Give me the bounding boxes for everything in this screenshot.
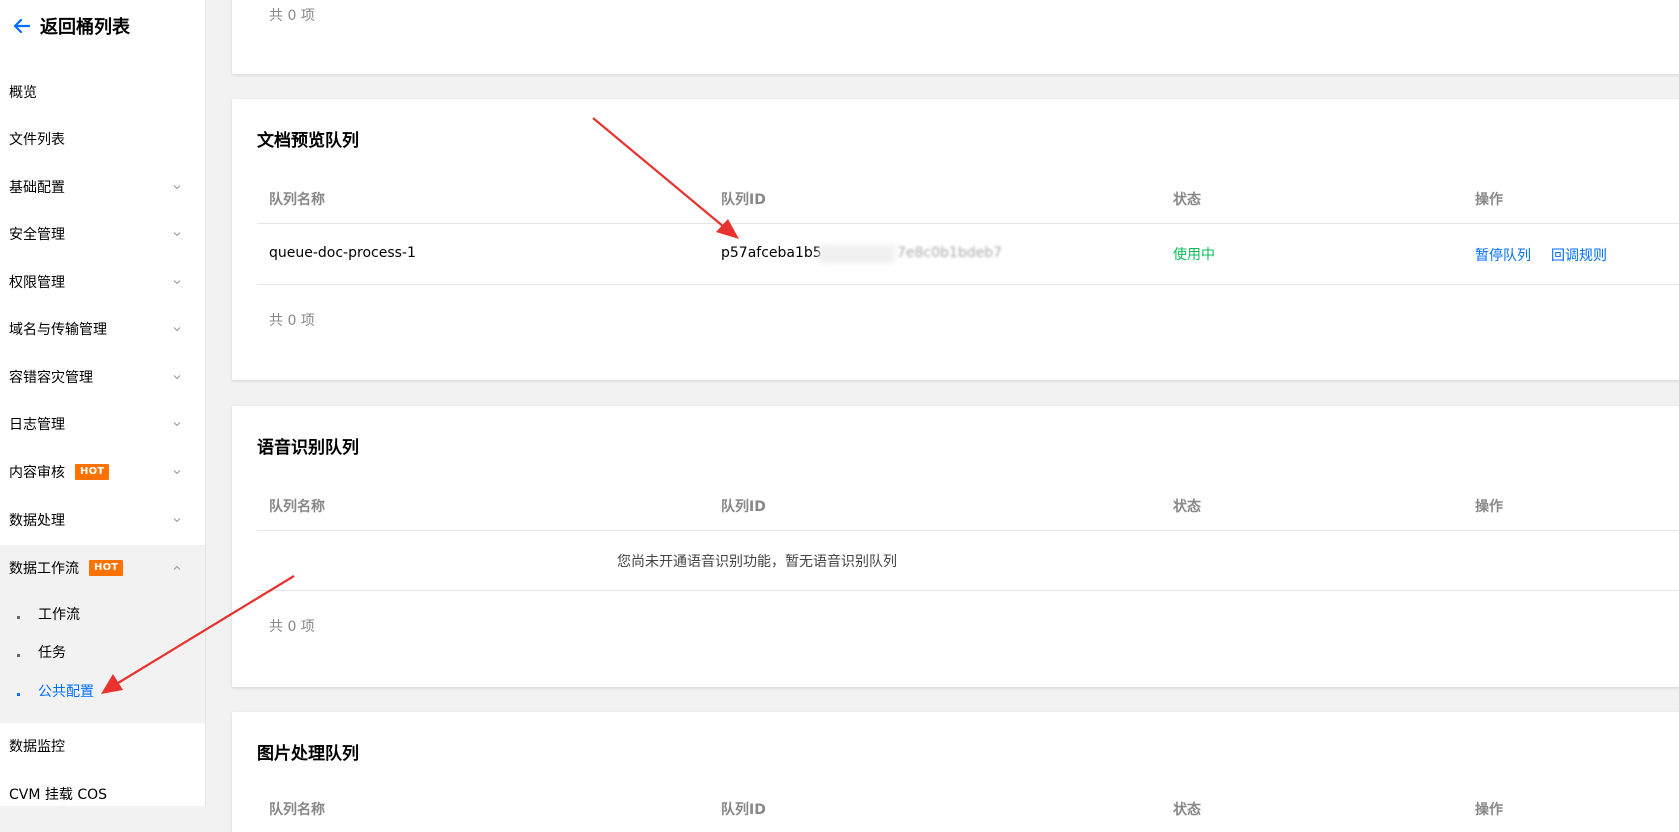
sidebar-item-label: 概览 — [9, 85, 37, 101]
sidebar-subitem-label: 公共配置 — [38, 684, 94, 700]
back-label: 返回桶列表 — [40, 17, 130, 38]
sidebar-item-data-workflow[interactable]: 数据工作流 HOT — [0, 553, 205, 583]
back-to-bucket-list-button[interactable]: 返回桶列表 — [12, 14, 130, 38]
column-header-name: 队列名称 — [269, 802, 325, 818]
empty-message: 您尚未开通语音识别功能，暂无语音识别队列 — [617, 554, 897, 570]
sidebar-item-basic-config[interactable]: 基础配置 — [0, 172, 205, 202]
column-header-status: 状态 — [1173, 499, 1201, 515]
queue-card-previous: 共 0 项 — [232, 0, 1679, 74]
pause-queue-link[interactable]: 暂停队列 — [1475, 245, 1531, 265]
column-header-status: 状态 — [1173, 802, 1201, 818]
column-header-id: 队列ID — [721, 802, 766, 818]
column-header-actions: 操作 — [1475, 802, 1503, 818]
sidebar-item-data-monitoring[interactable]: 数据监控 — [0, 731, 205, 761]
sidebar-subitem-workflow[interactable]: 工作流 — [0, 601, 205, 627]
sidebar: 返回桶列表 概览 文件列表 基础配置 安全管理 权限管理 域名与传输管理 容错容… — [0, 0, 206, 806]
sidebar-item-label: 权限管理 — [9, 275, 65, 291]
bullet-icon — [17, 654, 20, 657]
divider — [257, 284, 1679, 285]
chevron-up-icon — [173, 565, 181, 570]
bullet-icon — [17, 693, 20, 696]
sidebar-item-data-processing[interactable]: 数据处理 — [0, 505, 205, 535]
total-count: 共 0 项 — [269, 313, 315, 329]
sidebar-item-label: 数据监控 — [9, 739, 65, 755]
sidebar-item-disaster-recovery[interactable]: 容错容灾管理 — [0, 362, 205, 392]
sidebar-subitem-label: 任务 — [38, 645, 66, 661]
column-header-id: 队列ID — [721, 192, 766, 208]
sidebar-item-label: 日志管理 — [9, 417, 65, 433]
sidebar-item-permissions[interactable]: 权限管理 — [0, 267, 205, 297]
card-title: 文档预览队列 — [257, 131, 359, 151]
sidebar-item-label: 容错容灾管理 — [9, 370, 93, 386]
sidebar-item-label: 基础配置 — [9, 180, 65, 196]
column-header-actions: 操作 — [1475, 192, 1503, 208]
chevron-down-icon — [173, 280, 181, 285]
chevron-down-icon — [173, 185, 181, 190]
speech-recognition-queue-card: 语音识别队列 队列名称 队列ID 状态 操作 您尚未开通语音识别功能，暂无语音识… — [232, 406, 1679, 687]
sidebar-item-cvm-mount-cos[interactable]: CVM 挂载 COS — [0, 779, 205, 809]
sidebar-subitem-tasks[interactable]: 任务 — [0, 639, 205, 665]
total-count: 共 0 项 — [269, 619, 315, 635]
arrow-left-icon — [13, 18, 31, 34]
sidebar-item-domain-transfer[interactable]: 域名与传输管理 — [0, 314, 205, 344]
divider — [257, 530, 1679, 531]
sidebar-item-logs[interactable]: 日志管理 — [0, 409, 205, 439]
column-header-name: 队列名称 — [269, 499, 325, 515]
queue-id: p57afceba1b5 — [721, 245, 822, 261]
chevron-down-icon — [173, 327, 181, 332]
sidebar-item-label: 数据工作流 — [9, 561, 79, 577]
redacted-region — [819, 245, 895, 263]
chevron-down-icon — [173, 375, 181, 380]
chevron-down-icon — [173, 470, 181, 475]
hot-badge: HOT — [75, 464, 110, 480]
chevron-down-icon — [173, 422, 181, 427]
sidebar-item-label: 域名与传输管理 — [9, 322, 107, 338]
hot-badge: HOT — [89, 560, 124, 576]
bullet-icon — [17, 616, 20, 619]
chevron-down-icon — [173, 232, 181, 237]
sidebar-item-label: CVM 挂载 COS — [9, 787, 108, 803]
sidebar-item-security[interactable]: 安全管理 — [0, 219, 205, 249]
card-title: 语音识别队列 — [257, 438, 359, 458]
column-header-actions: 操作 — [1475, 499, 1503, 515]
divider — [257, 223, 1679, 224]
column-header-status: 状态 — [1173, 192, 1201, 208]
image-processing-queue-card: 图片处理队列 队列名称 队列ID 状态 操作 — [232, 712, 1679, 832]
sidebar-item-label: 内容审核 — [9, 465, 65, 481]
status-badge: 使用中 — [1173, 247, 1215, 263]
sidebar-item-label: 安全管理 — [9, 227, 65, 243]
card-title: 图片处理队列 — [257, 744, 359, 764]
callback-rules-link[interactable]: 回调规则 — [1551, 245, 1607, 265]
queue-name: queue-doc-process-1 — [269, 245, 416, 261]
divider — [257, 590, 1679, 591]
sidebar-subitem-label: 工作流 — [38, 607, 80, 623]
queue-id-tail: 7e8c0b1bdeb7 — [897, 245, 1003, 261]
chevron-down-icon — [173, 518, 181, 523]
sidebar-item-content-moderation[interactable]: 内容审核 HOT — [0, 457, 205, 487]
sidebar-subitem-public-config[interactable]: 公共配置 — [0, 678, 205, 704]
total-count: 共 0 项 — [269, 8, 315, 24]
column-header-id: 队列ID — [721, 499, 766, 515]
sidebar-item-label: 数据处理 — [9, 513, 65, 529]
sidebar-item-overview[interactable]: 概览 — [0, 77, 205, 107]
sidebar-item-label: 文件列表 — [9, 132, 65, 148]
column-header-name: 队列名称 — [269, 192, 325, 208]
sidebar-item-file-list[interactable]: 文件列表 — [0, 124, 205, 154]
doc-preview-queue-card: 文档预览队列 队列名称 队列ID 状态 操作 queue-doc-process… — [232, 99, 1679, 380]
